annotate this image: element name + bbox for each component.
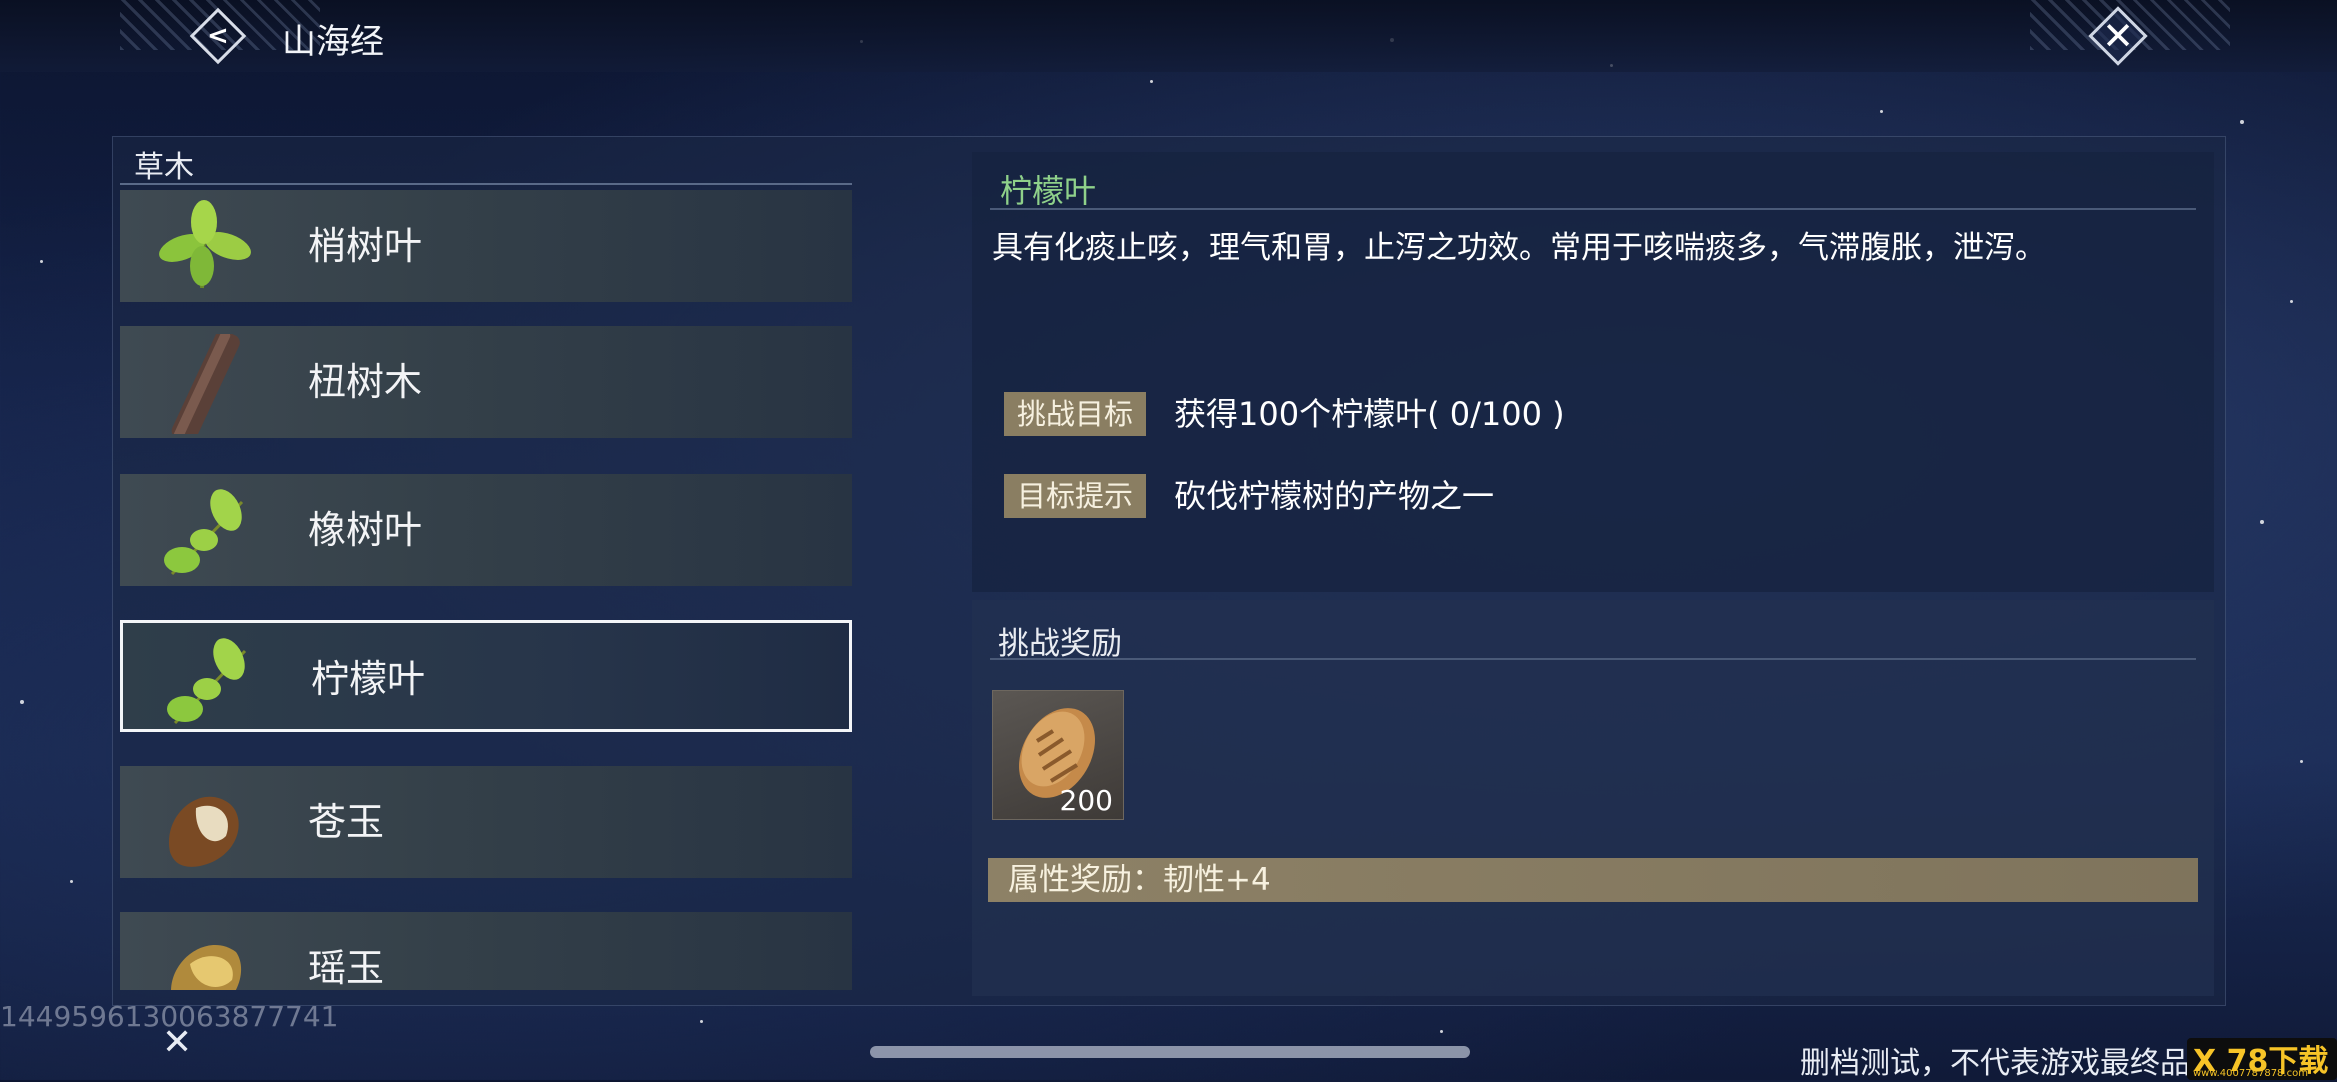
item-name: 杻树木 bbox=[308, 360, 423, 404]
jade-stone-icon bbox=[171, 945, 241, 990]
item-description: 具有化痰止咳，理气和胃，止泻之功效。常用于咳喘痰多，气滞腹胀，泄泻。 bbox=[992, 230, 2046, 266]
challenge-goal-tag: 挑战目标 bbox=[1004, 392, 1146, 436]
logo-url: www.4007787878.com bbox=[2193, 1068, 2308, 1079]
watermark-logo: X 78下载 www.4007787878.com bbox=[2187, 1038, 2337, 1080]
leaf-icon bbox=[164, 489, 244, 576]
top-bar: < 山海经 ✕ bbox=[0, 0, 2337, 72]
bottom-close-icon[interactable]: ✕ bbox=[162, 1022, 192, 1063]
jade-stone-icon bbox=[168, 796, 239, 867]
wood-icon bbox=[171, 334, 240, 434]
reward-title: 挑战奖励 bbox=[998, 626, 1122, 662]
goal-hint-text: 砍伐柠檬树的产物之一 bbox=[1174, 477, 1495, 515]
item-list[interactable]: 梢树叶 杻树木 橡树叶 柠檬叶 苍玉 瑶玉 bbox=[120, 190, 854, 990]
item-detail-panel bbox=[972, 152, 2214, 592]
item-name: 柠檬叶 bbox=[311, 657, 426, 701]
item-name: 橡树叶 bbox=[308, 508, 423, 552]
attribute-reward-bar: 属性奖励：韧性+4 bbox=[988, 858, 2198, 902]
item-name: 苍玉 bbox=[308, 800, 385, 844]
divider bbox=[120, 183, 852, 185]
home-indicator[interactable] bbox=[870, 1046, 1470, 1058]
close-button[interactable]: ✕ bbox=[2088, 6, 2148, 66]
close-icon: ✕ bbox=[2102, 14, 2134, 58]
leaf-icon bbox=[167, 638, 247, 725]
divider bbox=[990, 208, 2196, 210]
page-title: 山海经 bbox=[282, 22, 384, 62]
chevron-left-icon: < bbox=[207, 20, 229, 51]
list-item[interactable]: 杻树木 bbox=[120, 326, 852, 438]
item-name: 瑶玉 bbox=[308, 946, 385, 990]
list-item[interactable]: 苍玉 bbox=[120, 766, 852, 878]
divider bbox=[990, 658, 2196, 660]
back-button[interactable]: < bbox=[189, 7, 247, 65]
list-item-selected[interactable]: 柠檬叶 bbox=[120, 620, 852, 732]
category-label: 草木 bbox=[134, 150, 194, 185]
detail-title: 柠檬叶 bbox=[1000, 172, 1097, 210]
list-item[interactable]: 橡树叶 bbox=[120, 474, 852, 586]
list-item[interactable]: 梢树叶 bbox=[120, 190, 852, 302]
attribute-reward-text: 属性奖励：韧性+4 bbox=[1008, 862, 1271, 898]
reward-quantity: 200 bbox=[1059, 784, 1113, 817]
item-name: 梢树叶 bbox=[308, 224, 423, 268]
reward-item[interactable]: 200 bbox=[992, 690, 1124, 820]
test-notice: 删档测试，不代表游戏最终品质 bbox=[1800, 1046, 2220, 1081]
list-item[interactable]: 瑶玉 bbox=[120, 912, 852, 990]
challenge-goal-text: 获得100个柠檬叶( 0/100 ) bbox=[1174, 395, 1565, 433]
leaf-icon bbox=[159, 200, 251, 289]
goal-hint-tag: 目标提示 bbox=[1004, 474, 1146, 518]
